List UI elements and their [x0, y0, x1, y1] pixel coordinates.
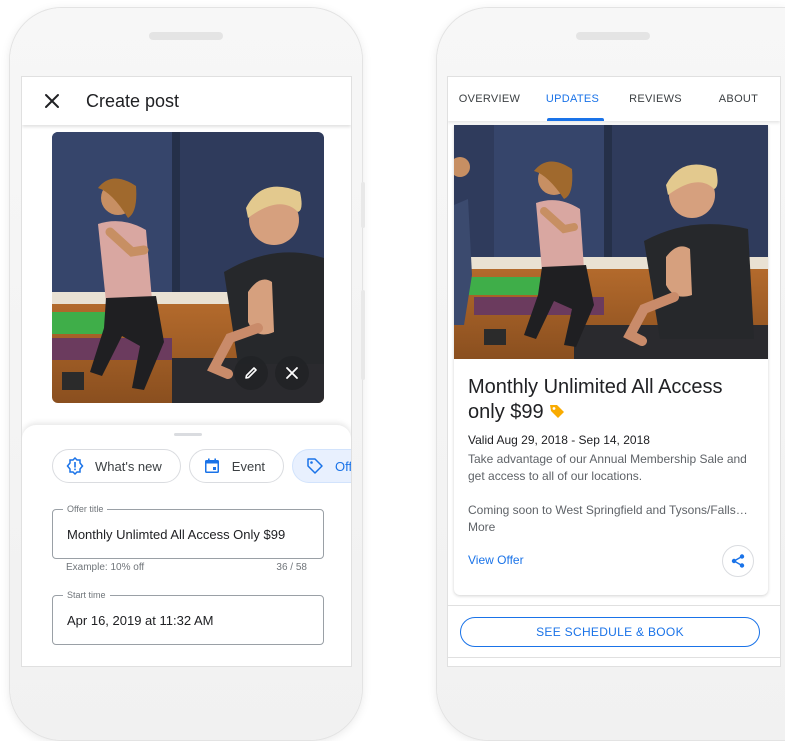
- close-icon: [286, 367, 298, 379]
- post-title-text: Monthly Unlimited All Access only $99: [468, 376, 723, 423]
- post-description-more[interactable]: Coming soon to West Springfield and Tyso…: [468, 502, 758, 536]
- start-time-field[interactable]: Start time Apr 16, 2019 at 11:32 AM: [52, 590, 324, 645]
- tab-reviews[interactable]: REVIEWS: [614, 77, 697, 121]
- speaker-grille: [576, 32, 650, 40]
- chip-whats-new[interactable]: What's new: [52, 449, 181, 483]
- create-post-screen: Create post What's new Event Off Offer t…: [21, 76, 352, 667]
- tab-updates[interactable]: UPDATES: [531, 77, 614, 121]
- character-counter: 36 / 58: [276, 562, 307, 573]
- yoga-class-photo: [454, 125, 768, 359]
- post-type-chips: What's new Event Off: [52, 449, 352, 483]
- share-icon: [731, 554, 745, 568]
- close-button[interactable]: [32, 81, 72, 121]
- edit-photo-button[interactable]: [234, 356, 268, 390]
- business-profile-screen: OVERVIEW UPDATES REVIEWS ABOUT Monthly U…: [447, 76, 781, 667]
- post-photo: [454, 125, 768, 359]
- helper-text: Example: 10% off: [66, 562, 145, 573]
- chip-label: Event: [231, 458, 266, 474]
- side-button: [361, 290, 365, 380]
- remove-photo-button[interactable]: [275, 356, 309, 390]
- pencil-icon: [245, 367, 257, 379]
- drag-handle[interactable]: [174, 433, 202, 436]
- tab-about[interactable]: ABOUT: [697, 77, 780, 121]
- chip-label: What's new: [95, 458, 162, 474]
- offer-title-field[interactable]: Offer title Monthly Unlimted All Access …: [52, 504, 324, 559]
- see-schedule-book-button[interactable]: SEE SCHEDULE & BOOK: [460, 617, 760, 647]
- post-card: Monthly Unlimited All Access only $99 Va…: [454, 125, 768, 595]
- divider: [448, 657, 780, 658]
- tag-icon: [305, 456, 325, 476]
- side-button: [361, 182, 365, 228]
- speaker-grille: [149, 32, 223, 40]
- page-title: Create post: [86, 90, 180, 111]
- chip-event[interactable]: Event: [188, 449, 285, 483]
- tab-overview[interactable]: OVERVIEW: [448, 77, 531, 121]
- post-title: Monthly Unlimited All Access only $99: [468, 375, 758, 425]
- calendar-icon: [202, 456, 222, 476]
- tab-bar: OVERVIEW UPDATES REVIEWS ABOUT: [448, 77, 780, 121]
- app-bar: Create post: [22, 77, 351, 125]
- chip-label: Offer: [335, 458, 352, 474]
- tag-icon: [549, 405, 564, 418]
- offer-title-input[interactable]: Monthly Unlimted All Access Only $99: [67, 510, 285, 558]
- chip-offer[interactable]: Offer: [292, 449, 352, 483]
- divider: [448, 605, 780, 606]
- post-type-sheet: What's new Event Off Offer title Monthly…: [22, 425, 352, 666]
- post-content: Monthly Unlimited All Access only $99 Va…: [468, 375, 758, 536]
- post-description: Take advantage of our Annual Membership …: [468, 452, 747, 483]
- offer-validity: Valid Aug 29, 2018 - Sep 14, 2018: [468, 433, 650, 447]
- close-icon: [45, 94, 59, 108]
- alert-circle-icon: [65, 456, 85, 476]
- start-time-input[interactable]: Apr 16, 2019 at 11:32 AM: [67, 596, 213, 644]
- share-button[interactable]: [722, 545, 754, 577]
- view-offer-link[interactable]: View Offer: [468, 553, 524, 567]
